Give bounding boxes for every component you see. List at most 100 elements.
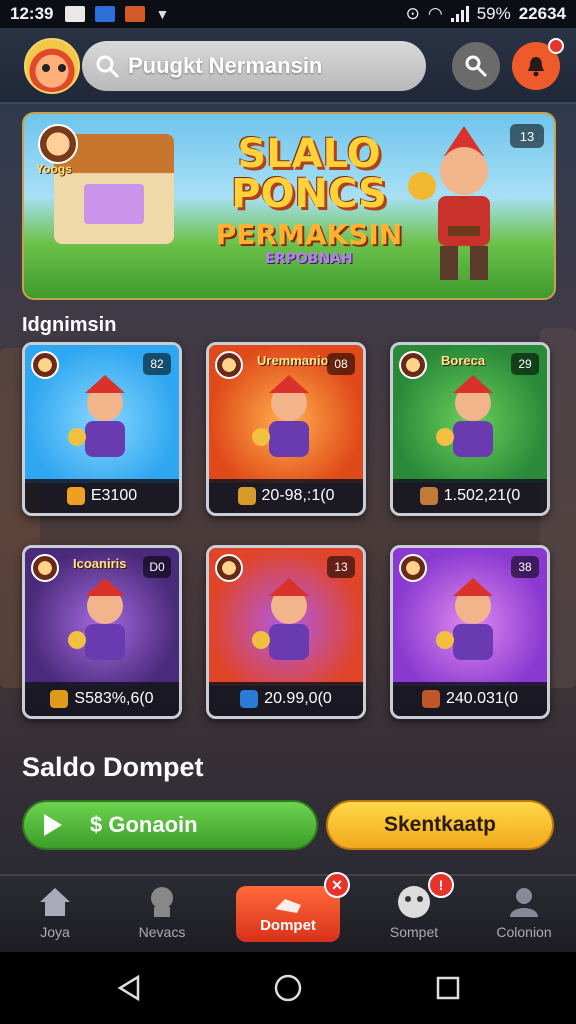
key-button[interactable] <box>452 42 500 90</box>
nav-label-dompet: Dompet <box>260 917 316 934</box>
game-card[interactable]: Boreca 29 1.502,21(0 <box>390 342 550 516</box>
game-character <box>68 375 125 457</box>
game-count: 82 <box>143 353 171 375</box>
mail-icon <box>65 6 86 22</box>
nav-label-sompet: Sompet <box>389 924 439 940</box>
avatar[interactable] <box>24 38 80 94</box>
game-character <box>436 578 493 660</box>
home-icon <box>40 888 70 916</box>
game-footer: 20.99,0(0 <box>209 682 363 716</box>
section-label: Idgnimsin <box>22 314 117 336</box>
search-text: Puugkt Nermansin <box>128 53 323 78</box>
game-value: S583%,6(0 <box>74 690 154 707</box>
circle-home-icon <box>274 974 302 1002</box>
game-count: 08 <box>327 353 355 375</box>
banner-title-line3: PERMAKSIN <box>215 218 403 251</box>
battery-text: 59% <box>476 4 511 23</box>
status-extra: 22634 <box>518 4 566 23</box>
search-bar[interactable]: Puugkt Nermansin <box>82 41 426 91</box>
recents-icon <box>436 976 460 1000</box>
home-button[interactable] <box>272 972 304 1004</box>
key-icon <box>465 55 488 78</box>
game-name: Icoaniris <box>73 556 127 571</box>
wifi-icon: ◠ <box>427 4 443 23</box>
withdraw-button[interactable]: Skentkaatp <box>326 800 554 850</box>
user-icon <box>510 888 538 917</box>
play-icon <box>44 814 62 836</box>
game-character <box>252 578 309 660</box>
game-count: D0 <box>143 556 171 578</box>
game-value: 20.99,0(0 <box>264 690 332 707</box>
game-logo <box>31 351 59 379</box>
wallet-icon <box>275 899 301 913</box>
deposit-label: $ Gonaoin <box>90 812 198 837</box>
face-icon <box>398 886 430 918</box>
game-logo <box>399 554 427 582</box>
photo-icon <box>125 6 146 22</box>
nav-item-nevacs[interactable]: Nevacs <box>112 884 212 940</box>
game-value: 1.502,21(0 <box>443 487 521 504</box>
status-time: 12:39 <box>10 4 54 23</box>
game-count: 13 <box>327 556 355 578</box>
game-count: 38 <box>511 556 539 578</box>
banner-title: SLALO PONCS PERMAKSIN ERPOBNAH <box>214 134 404 267</box>
deposit-button[interactable]: $ Gonaoin <box>22 800 318 850</box>
banner-logo-text: Yoogs <box>36 162 72 176</box>
banner-house-glow <box>84 184 144 224</box>
game-value: 20-98,:1(0 <box>261 487 335 504</box>
nav-item-joya[interactable]: Joya <box>5 884 105 940</box>
game-logo <box>215 351 243 379</box>
game-card[interactable]: 13 20.99,0(0 <box>206 545 366 719</box>
nav-badge-alert-icon: ! <box>428 872 454 898</box>
download-icon: ▼ <box>155 6 170 22</box>
banner-logo <box>38 124 78 164</box>
game-card[interactable]: 82 E3100 <box>22 342 182 516</box>
signal-icon <box>450 6 469 22</box>
game-footer: 240.031(0 <box>393 682 547 716</box>
status-bar: 12:39 ▼ ⊙ ◠ 59% 22634 <box>0 0 576 28</box>
coin-icon <box>66 487 85 505</box>
coin-icon <box>421 690 440 708</box>
game-logo <box>215 554 243 582</box>
game-footer: S583%,6(0 <box>25 682 179 716</box>
nav-label-nevacs: Nevacs <box>138 924 186 940</box>
back-icon <box>117 974 140 1002</box>
recents-button[interactable] <box>432 972 464 1004</box>
game-card[interactable]: 38 240.031(0 <box>390 545 550 719</box>
game-value: E3100 <box>90 487 138 504</box>
game-card[interactable]: Uremmanio 08 20-98,:1(0 <box>206 342 366 516</box>
game-count: 29 <box>511 353 539 375</box>
game-character <box>252 375 309 457</box>
coin-icon <box>419 487 438 505</box>
alarm-icon: ⊙ <box>405 4 420 23</box>
notification-button[interactable] <box>512 38 564 90</box>
nav-label-joya: Joya <box>40 924 70 940</box>
search-icon <box>96 55 119 78</box>
game-logo <box>399 351 427 379</box>
back-button[interactable] <box>114 972 146 1004</box>
game-character <box>436 375 493 457</box>
banner-title-line2: PONCS <box>231 171 387 217</box>
nav-item-dompet[interactable]: Dompet <box>236 886 340 942</box>
notification-dot <box>548 38 564 54</box>
game-footer: 1.502,21(0 <box>393 479 547 513</box>
game-footer: E3100 <box>25 479 179 513</box>
message-icon <box>95 6 116 22</box>
promo-banner[interactable]: Yoogs SLALO PONCS PERMAKSIN ERPOBNAH 13 <box>22 112 556 300</box>
coin-icon <box>50 690 69 708</box>
banner-title-line1: SLALO <box>237 131 381 177</box>
character-icon <box>151 887 173 917</box>
game-name: Uremmanio <box>257 353 329 368</box>
top-bar: Puugkt Nermansin <box>0 28 576 104</box>
game-value: 240.031(0 <box>445 690 519 707</box>
nav-label-colonion: Colonion <box>496 924 552 940</box>
game-character <box>68 578 125 660</box>
game-logo <box>31 554 59 582</box>
banner-character <box>408 126 490 280</box>
banner-badge: 13 <box>510 124 544 148</box>
nav-badge-close-icon: ✕ <box>324 872 350 898</box>
system-nav <box>0 952 576 1024</box>
nav-item-colonion[interactable]: Colonion <box>474 884 574 940</box>
wallet-title: Saldo Dompet <box>22 752 204 782</box>
game-card[interactable]: Icoaniris D0 S583%,6(0 <box>22 545 182 719</box>
